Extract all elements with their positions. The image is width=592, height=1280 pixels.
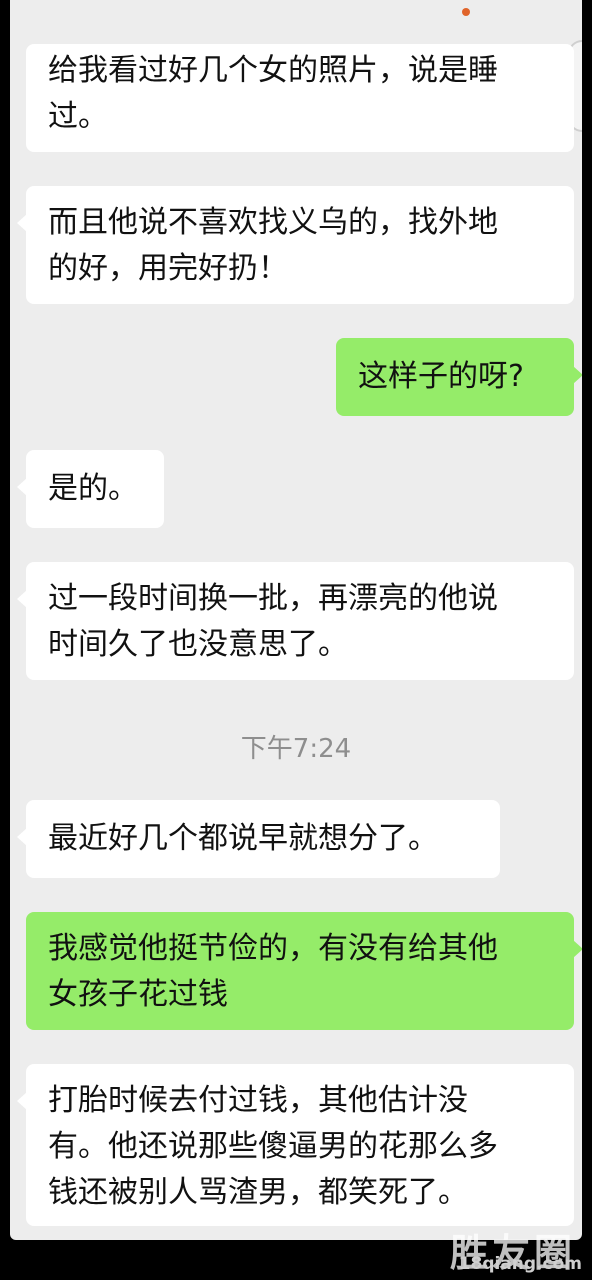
message-bubble[interactable]: 给我看过好几个女的照片，说是睡 过。	[26, 44, 574, 152]
message-text: 这样子的呀?	[358, 359, 524, 394]
watermark-url: 18qiang.com	[458, 1254, 582, 1274]
bubble-tail	[17, 1092, 27, 1110]
timestamp: 下午7:24	[240, 734, 352, 764]
bubble-tail	[17, 828, 27, 846]
message-text: 是的。	[48, 471, 138, 506]
message-bubble[interactable]: 我感觉他挺节俭的，有没有给其他 女孩子花过钱	[26, 912, 582, 1030]
message-bubble[interactable]: 过一段时间换一批，再漂亮的他说 时间久了也没意思了。	[17, 562, 574, 680]
message-text: 最近好几个都说早就想分了。	[48, 821, 438, 856]
message-bubble[interactable]: 打胎时候去付过钱，其他估计没 有。他还说那些傻逼男的花那么多 钱还被别人骂渣男，…	[17, 1064, 574, 1226]
bubble-tail	[573, 940, 582, 958]
message-text: 而且他说不喜欢找义乌的，找外地 的好，用完好扔！	[48, 205, 498, 286]
bubble-tail	[573, 366, 582, 384]
message-text: 过一段时间换一批，再漂亮的他说 时间久了也没意思了。	[48, 581, 498, 662]
message-bubble[interactable]: 最近好几个都说早就想分了。	[17, 800, 500, 878]
notification-dot	[462, 8, 470, 16]
chat-screen: 给我看过好几个女的照片，说是睡 过。 而且他说不喜欢找义乌的，找外地 的好，用完…	[10, 0, 582, 1240]
bubble-tail	[17, 214, 27, 232]
bubble-tail	[17, 590, 27, 608]
message-bubble[interactable]: 是的。	[17, 450, 164, 528]
message-text: 打胎时候去付过钱，其他估计没 有。他还说那些傻逼男的花那么多 钱还被别人骂渣男，…	[48, 1083, 498, 1210]
message-text: 我感觉他挺节俭的，有没有给其他 女孩子花过钱	[48, 931, 498, 1012]
message-bubble[interactable]: 这样子的呀?	[336, 338, 582, 416]
message-bubble[interactable]: 而且他说不喜欢找义乌的，找外地 的好，用完好扔！	[17, 186, 574, 304]
bubble-tail	[17, 478, 27, 496]
message-text: 给我看过好几个女的照片，说是睡 过。	[48, 53, 498, 134]
